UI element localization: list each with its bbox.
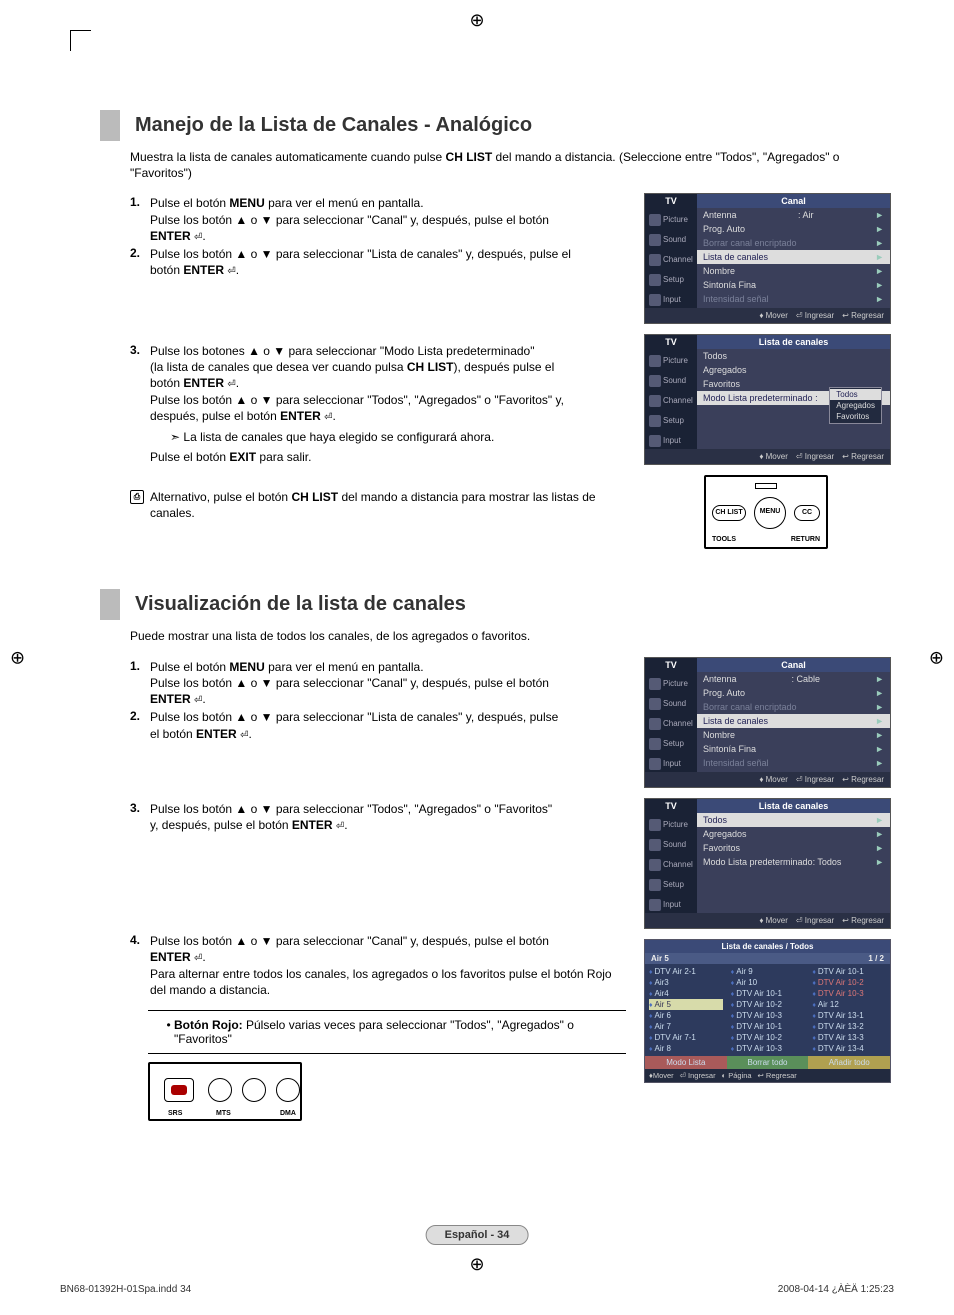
setup-icon: [649, 274, 661, 286]
step-num: 2.: [130, 709, 150, 723]
step-num: 3.: [130, 343, 150, 357]
picture-icon: [649, 214, 661, 226]
channel-list-table: Lista de canales / Todos Air 51 / 2 DTV …: [644, 939, 891, 1083]
enter-icon: ⏎: [227, 379, 235, 390]
section1-intro: Muestra la lista de canales automaticame…: [130, 149, 894, 181]
step-body: Pulse el botón MENU para ver el menú en …: [150, 659, 626, 708]
ingresar-hint: ⏎ Ingresar: [680, 1071, 716, 1080]
ingresar-hint: ⏎ Ingresar: [796, 311, 834, 320]
remote-illustration-2: SRS MTS DMA: [148, 1062, 302, 1121]
remote-circle-button[interactable]: [208, 1078, 232, 1102]
print-filename: BN68-01392H-01Spa.indd 34: [60, 1284, 191, 1295]
input-icon: [649, 294, 661, 306]
step-body: Pulse los botones ▲ o ▼ para seleccionar…: [150, 343, 626, 465]
sound-icon: [649, 234, 661, 246]
remote-return-label: RETURN: [791, 536, 820, 543]
step-body: Pulse los botón ▲ o ▼ para seleccionar "…: [150, 709, 626, 742]
crop-mark-icon: ⊕: [469, 10, 484, 31]
step-num: 3.: [130, 801, 150, 815]
enter-icon: ⏎: [240, 730, 248, 741]
remote-chlist-button[interactable]: CH LIST: [712, 505, 746, 521]
page-footer-pill: Español - 34: [426, 1225, 529, 1245]
mover-hint: ♦ Mover: [759, 311, 788, 320]
tv-menu-canal-2: TVCanal Picture Sound Channel Setup Inpu…: [644, 657, 891, 788]
step-num: 1.: [130, 195, 150, 209]
enter-icon: ⏎: [227, 266, 235, 277]
remote-circle-button[interactable]: [242, 1078, 266, 1102]
enter-icon: ⏎: [324, 412, 332, 423]
arrow-note: La lista de canales que haya elegido se …: [170, 429, 626, 445]
step-body: Pulse los botón ▲ o ▼ para seleccionar "…: [150, 246, 626, 279]
regresar-hint: ↩ Regresar: [758, 1071, 797, 1080]
corner-crop-mark: [70, 30, 91, 51]
step-body: Pulse los botón ▲ o ▼ para seleccionar "…: [150, 801, 626, 834]
remote-label: SRS: [168, 1110, 182, 1117]
enter-icon: ⏎: [194, 695, 202, 706]
mode-popup: Todos Agregados Favoritos: [829, 387, 882, 424]
alt-step-icon: ⎙: [130, 489, 150, 504]
step-num: 2.: [130, 246, 150, 260]
channel-icon: [649, 254, 661, 266]
step-body: Pulse los botón ▲ o ▼ para seleccionar "…: [150, 933, 626, 998]
anadir-todo-button[interactable]: Añadir todo: [808, 1056, 890, 1069]
step-num: 1.: [130, 659, 150, 673]
step-num: 4.: [130, 933, 150, 947]
remote-cc-button[interactable]: CC: [794, 505, 820, 521]
enter-icon: ⏎: [336, 821, 344, 832]
crop-mark-icon: ⊕: [929, 647, 944, 668]
remote-label: MTS: [216, 1110, 231, 1117]
step-body: Pulse el botón MENU para ver el menú en …: [150, 195, 626, 244]
tv-menu-lista-2: TVLista de canales Picture Sound Channel…: [644, 798, 891, 929]
enter-icon: ⏎: [194, 232, 202, 243]
tv-menu-lista-1: TVLista de canales Picture Sound Channel…: [644, 334, 891, 465]
remote-circle-button[interactable]: [276, 1078, 300, 1102]
note-box: Botón Rojo: Púlselo varias veces para se…: [148, 1010, 626, 1054]
remote-illustration-1: CH LIST MENU CC TOOLS RETURN: [704, 475, 828, 549]
pagina-hint: ◐ Página: [722, 1071, 752, 1080]
alt-step-body: Alternativo, pulse el botón CH LIST del …: [150, 489, 626, 521]
print-timestamp: 2008-04-14 ¿ÀÈÄ 1:25:23: [778, 1284, 894, 1295]
modo-lista-button[interactable]: Modo Lista: [645, 1056, 727, 1069]
section2-intro: Puede mostrar una lista de todos los can…: [130, 628, 894, 644]
tv-menu-canal-1: TVCanal Picture Sound Channel Setup Inpu…: [644, 193, 891, 324]
remote-red-button[interactable]: [164, 1078, 194, 1102]
crop-mark-icon: ⊕: [10, 647, 25, 668]
crop-mark-icon: ⊕: [469, 1254, 484, 1275]
enter-icon: ⏎: [194, 953, 202, 964]
section-title-1: Manejo de la Lista de Canales - Analógic…: [100, 110, 894, 141]
regresar-hint: ↩ Regresar: [842, 311, 884, 320]
remote-tools-label: TOOLS: [712, 536, 736, 543]
section-title-2: Visualización de la lista de canales: [100, 589, 894, 620]
mover-hint: ♦Mover: [649, 1071, 674, 1080]
remote-label: DMA: [280, 1110, 296, 1117]
borrar-todo-button[interactable]: Borrar todo: [727, 1056, 809, 1069]
remote-menu-button[interactable]: MENU: [754, 497, 786, 529]
